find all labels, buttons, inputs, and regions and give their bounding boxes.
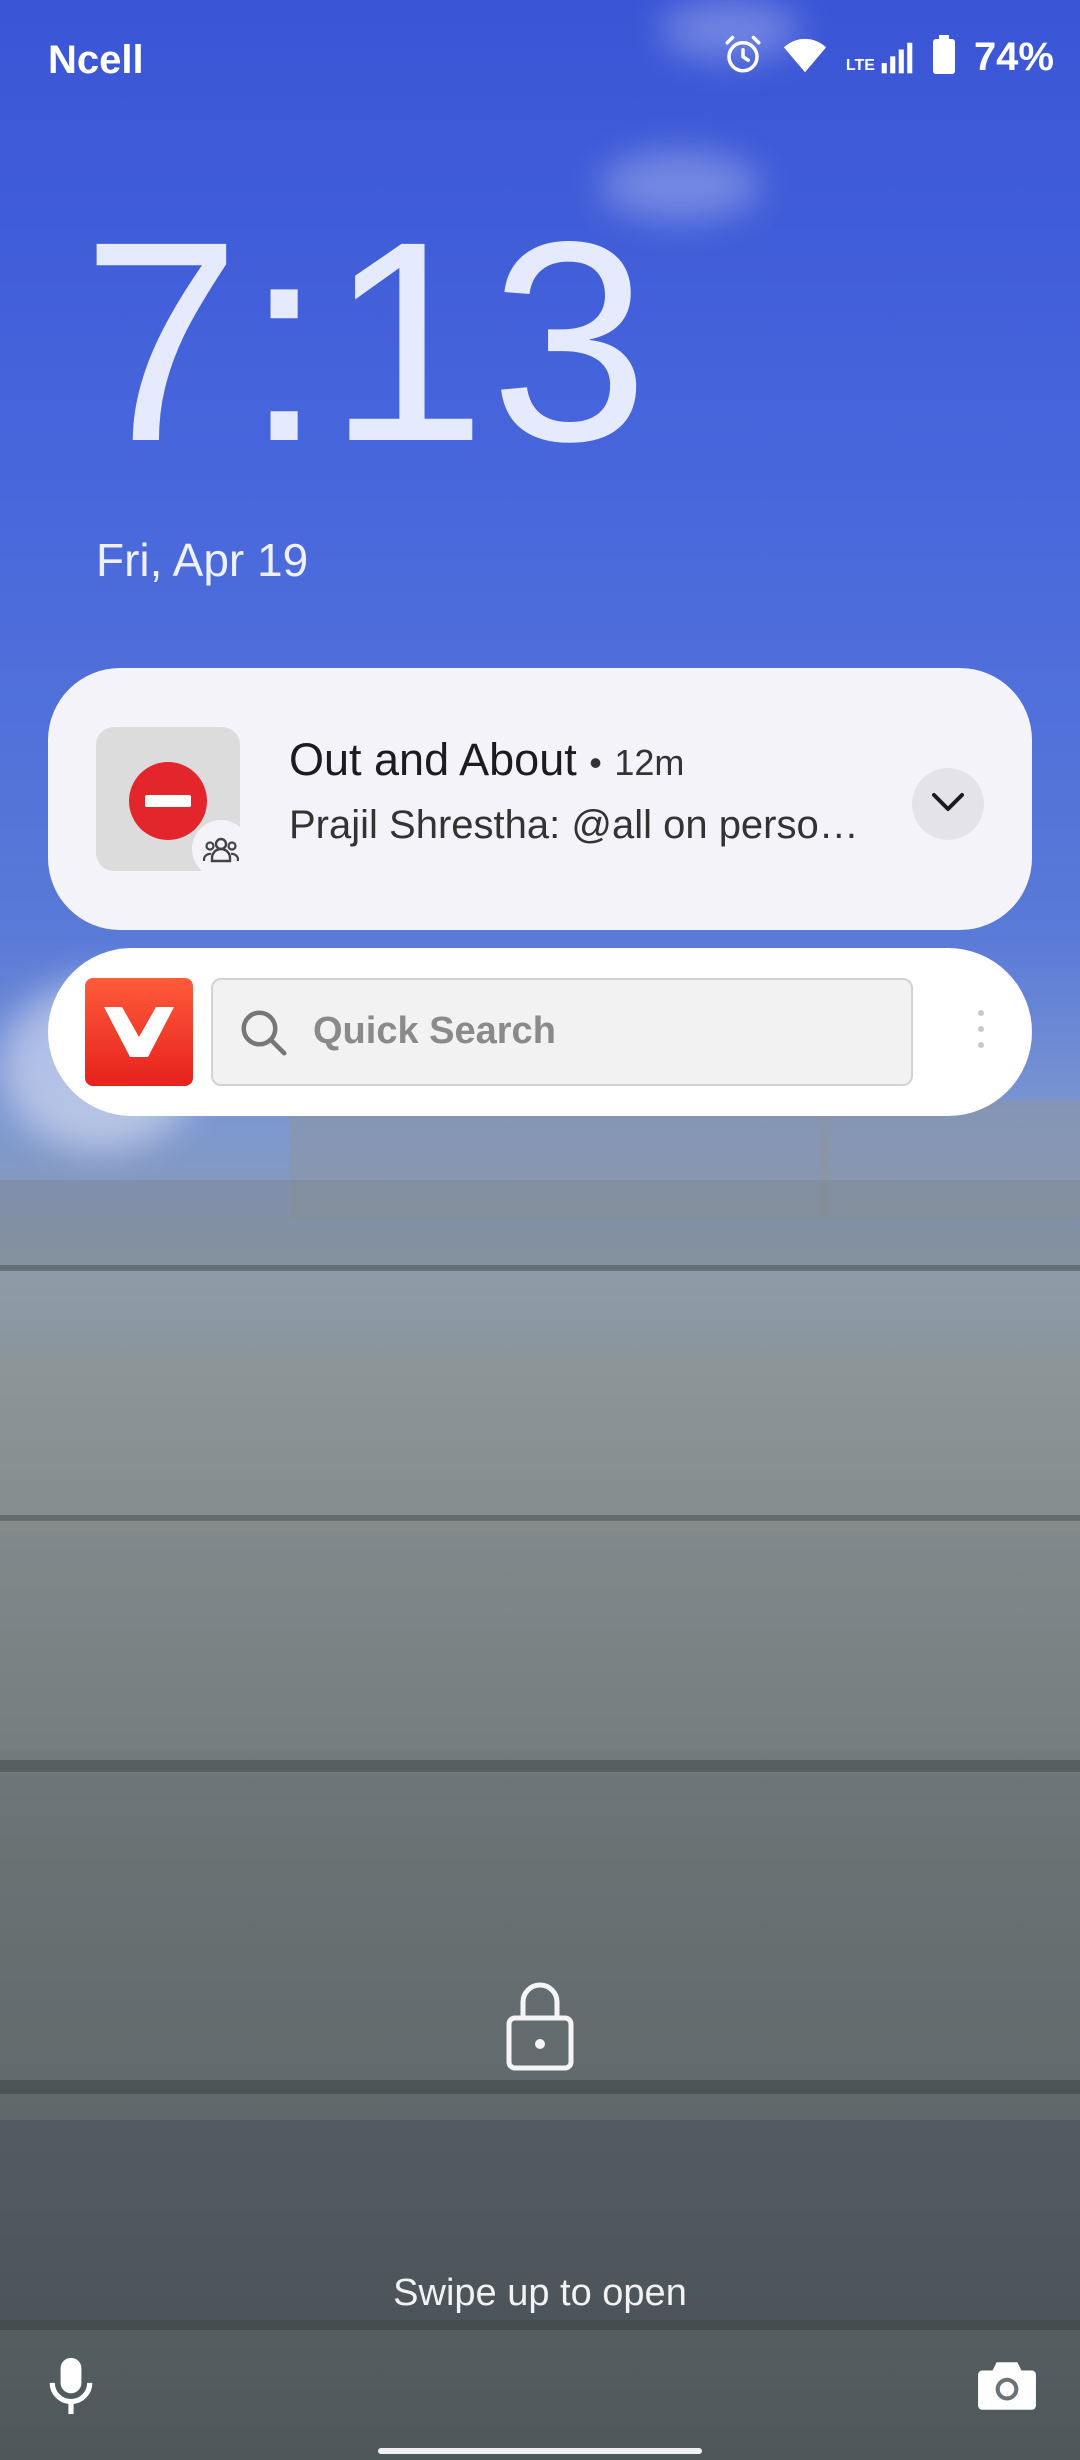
lockscreen-clock: 7:13 xyxy=(82,183,653,501)
swipe-up-hint: Swipe up to open xyxy=(393,2272,687,2314)
signal-icon: LTE xyxy=(846,41,914,75)
notification-group-name: Out and About xyxy=(289,734,577,785)
notification-text: Prajil Shrestha: @all on perso… xyxy=(289,803,859,847)
quick-search-widget: Quick Search xyxy=(48,948,1032,1116)
lock-icon xyxy=(505,1978,575,2077)
group-badge-icon xyxy=(192,820,250,878)
camera-icon[interactable] xyxy=(976,2358,1038,2417)
notification-card[interactable]: Out and About • 12m Prajil Shrestha: @al… xyxy=(48,668,1032,930)
navigation-handle[interactable] xyxy=(378,2448,702,2454)
vidmate-logo-icon[interactable] xyxy=(85,978,193,1086)
alarm-icon xyxy=(722,34,764,81)
search-placeholder: Quick Search xyxy=(313,1010,556,1052)
search-input[interactable]: Quick Search xyxy=(211,978,913,1086)
battery-percent: 74% xyxy=(973,35,1054,79)
notification-title: Out and About • 12m xyxy=(289,734,684,786)
notification-time: 12m xyxy=(614,742,685,783)
carrier-name: Ncell xyxy=(48,38,144,82)
battery-icon xyxy=(932,35,956,80)
chevron-down-icon xyxy=(930,791,966,818)
lte-label: LTE xyxy=(845,56,875,74)
status-bar: Ncell LTE 74% xyxy=(0,0,1080,120)
widget-menu-button[interactable] xyxy=(978,1010,984,1048)
expand-notification-button[interactable] xyxy=(912,768,984,840)
wifi-icon xyxy=(782,35,828,80)
notification-separator: • xyxy=(589,742,602,783)
lockscreen-date: Fri, Apr 19 xyxy=(96,534,309,586)
microphone-icon[interactable] xyxy=(46,2355,96,2424)
search-icon xyxy=(237,1006,291,1065)
